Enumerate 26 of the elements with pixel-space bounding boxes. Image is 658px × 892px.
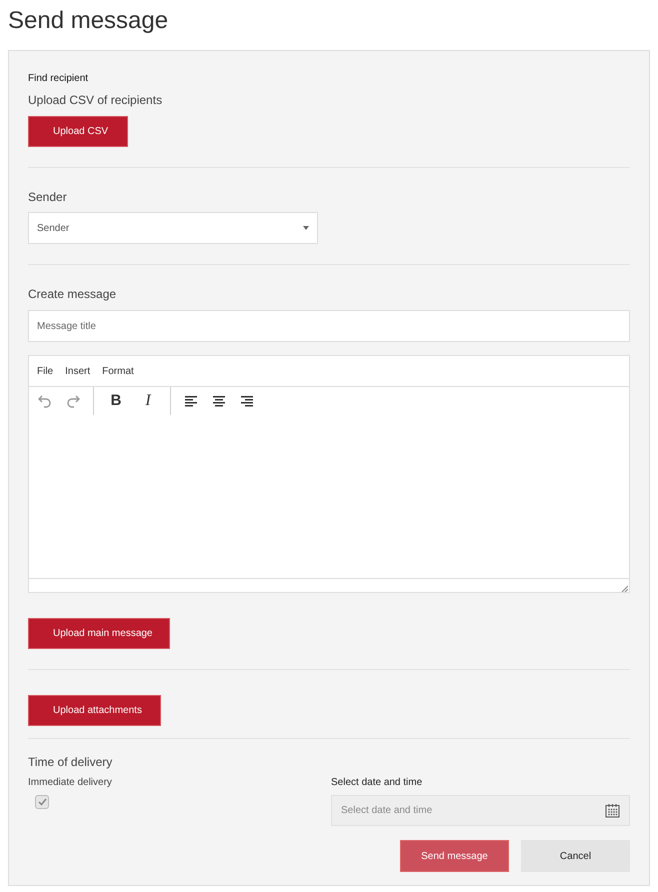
sender-select[interactable]: Sender bbox=[28, 212, 318, 244]
menu-item[interactable]: File bbox=[37, 364, 54, 378]
upload-main-message-button[interactable]: Upload main message bbox=[28, 618, 170, 649]
field-label: Select date and time bbox=[331, 776, 424, 790]
page-title: Send message bbox=[7, 6, 170, 36]
field-label: Upload CSV of recipients bbox=[28, 92, 164, 109]
align-left-icon[interactable] bbox=[183, 393, 199, 409]
align-right-icon[interactable] bbox=[239, 393, 255, 409]
checkbox-label: Immediate delivery bbox=[28, 776, 113, 790]
bold-button[interactable]: B bbox=[106, 390, 126, 412]
message-title-field[interactable]: Message title bbox=[28, 310, 630, 342]
rich-text-editor[interactable]: File Insert Format B I bbox=[28, 355, 630, 593]
dropdown-caret-icon bbox=[303, 226, 309, 230]
section-heading: Find recipient bbox=[28, 72, 90, 86]
resize-handle-icon[interactable] bbox=[621, 585, 628, 592]
menu-item[interactable]: Format bbox=[102, 364, 134, 378]
italic-button[interactable]: I bbox=[138, 389, 158, 413]
field-label: Sender bbox=[28, 189, 68, 206]
upload-csv-button[interactable]: Upload CSV bbox=[28, 116, 128, 147]
align-center-icon[interactable] bbox=[211, 393, 227, 409]
upload-attachments-button[interactable]: Upload attachments bbox=[28, 695, 161, 726]
cancel-button[interactable]: Cancel bbox=[521, 840, 630, 872]
checkmark-icon bbox=[38, 798, 46, 806]
menu-item[interactable]: Insert bbox=[65, 364, 90, 378]
field-label: Time of delivery bbox=[28, 754, 114, 771]
field-label: Create message bbox=[28, 286, 118, 303]
